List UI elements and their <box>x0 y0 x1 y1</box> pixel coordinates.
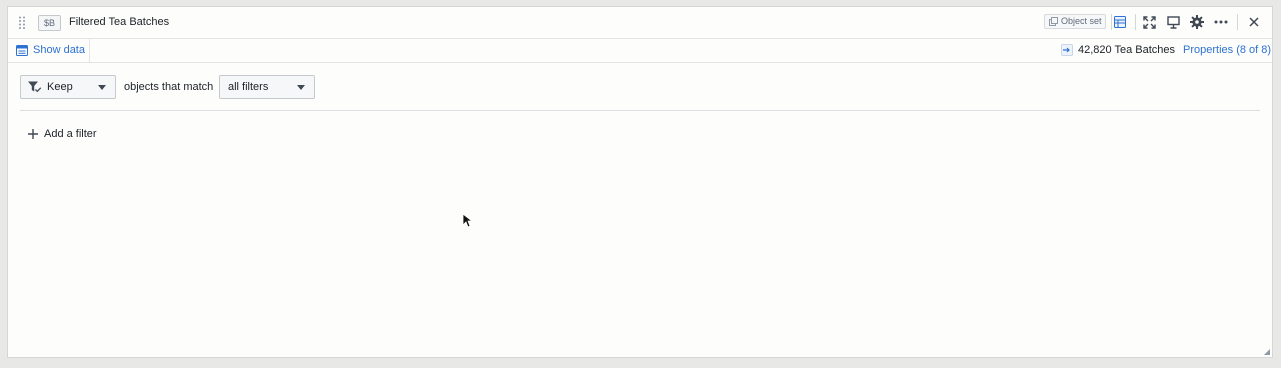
show-data-button[interactable]: Show data <box>8 38 90 62</box>
header-separator <box>1237 14 1238 30</box>
more-icon <box>1214 20 1228 24</box>
header-separator <box>1135 14 1136 30</box>
fullscreen-icon <box>1142 15 1156 29</box>
filter-mode-select[interactable]: Keep <box>20 75 116 99</box>
filter-connector-text: objects that match <box>124 81 214 93</box>
widget-header: $B Filtered Tea Batches Object set <box>8 7 1272 39</box>
object-count: 42,820 Tea Batches <box>1061 42 1175 58</box>
table-icon <box>1114 16 1126 28</box>
filter-mode-label: Keep <box>47 81 73 93</box>
chevron-down-icon <box>98 85 106 90</box>
present-icon <box>1166 15 1180 29</box>
resize-handle-icon[interactable] <box>1264 349 1270 355</box>
filter-match-select[interactable]: all filters <box>219 75 315 99</box>
object-count-label: 42,820 Tea Batches <box>1078 44 1176 56</box>
widget-title[interactable]: Filtered Tea Batches <box>69 15 169 30</box>
object-set-icon <box>1049 17 1058 26</box>
object-set-label: Object set <box>1061 16 1102 26</box>
widget-panel: $B Filtered Tea Batches Object set Show … <box>7 6 1273 358</box>
variable-tag: $B <box>38 15 62 31</box>
settings-button[interactable] <box>1189 14 1205 30</box>
widget-subbar: Show data 42,820 Tea Batches Properties … <box>8 38 1272 63</box>
filter-icon <box>28 81 41 93</box>
object-type-icon <box>1061 44 1073 56</box>
add-filter-label: Add a filter <box>44 128 97 140</box>
close-button[interactable] <box>1246 14 1262 30</box>
close-icon <box>1249 17 1259 27</box>
fullscreen-button[interactable] <box>1141 14 1157 30</box>
filter-match-label: all filters <box>228 81 269 93</box>
properties-link[interactable]: Properties (8 of 8) <box>1183 42 1271 58</box>
more-options-button[interactable] <box>1213 14 1229 30</box>
table-view-button[interactable] <box>1112 14 1128 30</box>
filter-divider <box>20 110 1260 111</box>
table-data-icon <box>16 44 28 56</box>
present-button[interactable] <box>1165 14 1181 30</box>
show-data-label: Show data <box>33 44 85 56</box>
add-filter-button[interactable]: Add a filter <box>28 128 97 140</box>
drag-handle-icon[interactable] <box>18 16 26 29</box>
object-set-button[interactable]: Object set <box>1044 14 1106 29</box>
chevron-down-icon <box>297 85 305 90</box>
gear-icon <box>1190 15 1204 29</box>
plus-icon <box>28 129 38 139</box>
mouse-cursor-icon <box>462 213 472 228</box>
